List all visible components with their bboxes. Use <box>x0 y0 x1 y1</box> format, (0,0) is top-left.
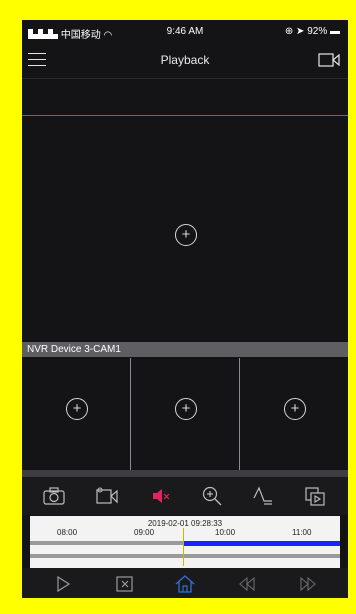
battery-indicator: ⊕ ➤ 92% ▬ <box>284 26 340 37</box>
tile-footer-strip <box>22 470 348 477</box>
phone-screen: ▙▙▙ 中国移动 ◠ 9:46 AM ⊕ ➤ 92% ▬ Playback + … <box>22 20 348 598</box>
plus-circle-icon[interactable]: + <box>66 398 88 420</box>
speaker-muted-icon[interactable] <box>148 485 172 507</box>
playback-toolbar <box>22 568 348 598</box>
zoom-in-icon[interactable] <box>200 485 224 507</box>
timeline-tick: 09:00 <box>134 528 155 537</box>
yellow-frame: ▙▙▙ 中国移动 ◠ 9:46 AM ⊕ ➤ 92% ▬ Playback + … <box>0 0 356 614</box>
record-video-icon[interactable] <box>95 485 119 507</box>
main-video-view[interactable]: + <box>22 116 348 342</box>
plus-circle-icon[interactable]: + <box>175 224 197 246</box>
timeline-datetime: 2019-02-01 09:28:33 <box>147 519 223 528</box>
timeline-tick: 08:00 <box>57 528 78 537</box>
video-tile-1[interactable]: + <box>22 358 130 470</box>
video-tile-2[interactable]: + <box>131 358 239 470</box>
fisheye-icon[interactable] <box>251 485 275 507</box>
stop-icon[interactable] <box>114 574 136 594</box>
recording-track <box>30 554 340 558</box>
control-toolbar <box>22 477 348 515</box>
plus-circle-icon[interactable]: + <box>284 398 306 420</box>
divider <box>22 78 348 79</box>
fast-forward-icon[interactable] <box>297 574 319 594</box>
video-tile-3[interactable]: + <box>240 358 348 470</box>
camera-icon[interactable] <box>42 485 66 507</box>
timeline-cursor[interactable] <box>183 528 184 566</box>
timeline-tick: 11:00 <box>292 528 312 537</box>
home-icon[interactable] <box>174 574 196 594</box>
nav-bar: Playback <box>22 44 348 76</box>
playback-timeline[interactable]: 2019-02-01 09:28:33 08:00 09:00 10:00 11… <box>30 516 340 568</box>
clip-icon[interactable] <box>303 485 327 507</box>
status-bar: ▙▙▙ 中国移动 ◠ 9:46 AM ⊕ ➤ 92% ▬ <box>22 20 348 42</box>
video-camera-icon[interactable] <box>318 52 340 68</box>
camera-label: NVR Device 3-CAM1 <box>22 342 348 357</box>
timeline-tick: 10:00 <box>215 528 236 537</box>
rewind-icon[interactable] <box>236 574 258 594</box>
page-title: Playback <box>160 53 210 67</box>
play-icon[interactable] <box>52 574 74 594</box>
recording-segment <box>184 541 340 546</box>
plus-circle-icon[interactable]: + <box>175 398 197 420</box>
